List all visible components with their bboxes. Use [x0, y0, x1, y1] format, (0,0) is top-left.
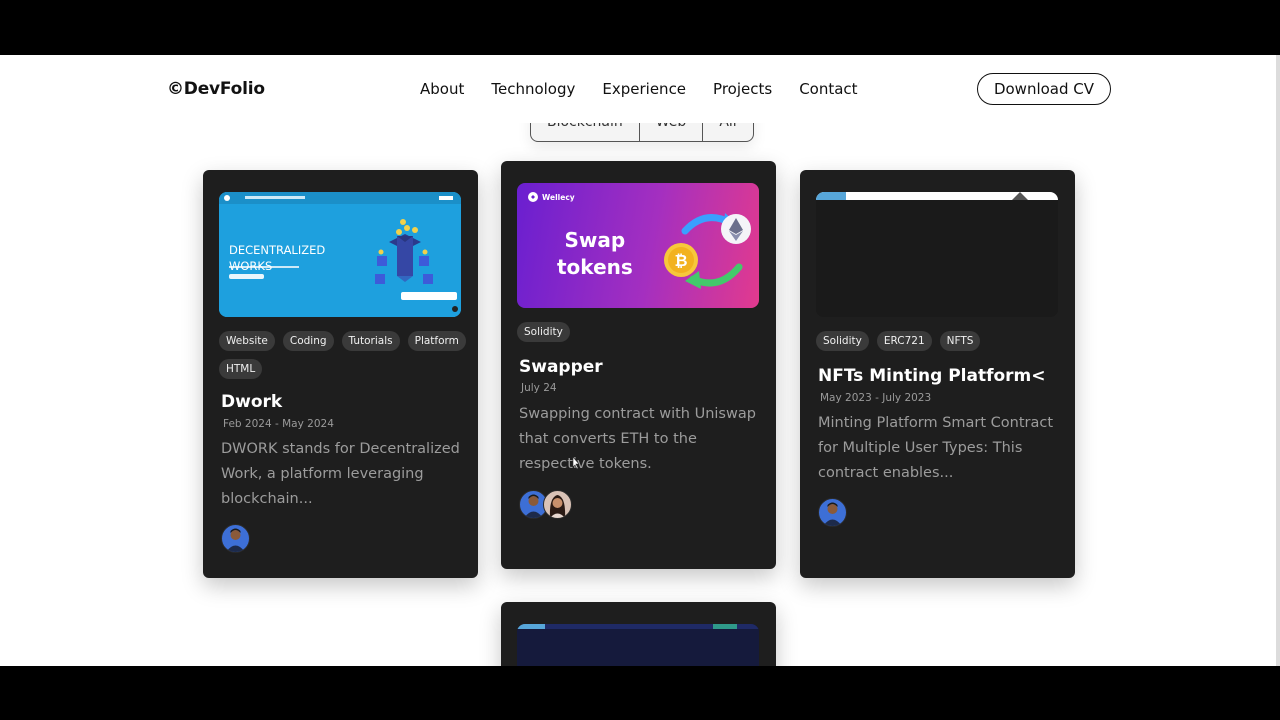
- tag-platform: Platform: [407, 331, 466, 351]
- nft-thumbnail-image: [816, 192, 1058, 317]
- nav-experience[interactable]: Experience: [602, 80, 686, 98]
- project-date: July 24: [521, 382, 557, 394]
- avatar[interactable]: [543, 490, 572, 519]
- nav-contact[interactable]: Contact: [799, 80, 857, 98]
- project-description: Minting Platform Smart Contract for Mult…: [818, 415, 1054, 481]
- swap-tokens-headline: Swap tokens: [557, 228, 633, 279]
- contributors: [221, 524, 250, 553]
- tag-coding: Coding: [282, 331, 334, 351]
- main-nav: About Technology Experience Projects Con…: [420, 80, 885, 98]
- tag-solidity: Solidity: [517, 322, 570, 342]
- download-cv-button[interactable]: Download CV: [977, 73, 1111, 105]
- contributors: [818, 498, 847, 527]
- project-date: Feb 2024 - May 2024: [223, 418, 334, 430]
- project-date: May 2023 - July 2023: [820, 392, 932, 404]
- tag-nfts: NFTS: [939, 331, 981, 351]
- tag-list: Solidity: [517, 322, 767, 342]
- wellecy-brand: Wellecy: [528, 192, 575, 202]
- portfolio-page: ©DevFolio About Technology Experience Pr…: [0, 55, 1276, 666]
- project-card-next[interactable]: [501, 602, 776, 666]
- dwork-hero-title: DECENTRALIZED WORKS: [229, 243, 326, 273]
- tag-erc721: ERC721: [876, 331, 932, 351]
- scrollbar[interactable]: [1276, 55, 1280, 666]
- project-description: Swapping contract with Uniswap that conv…: [519, 406, 756, 472]
- svg-text:₿: ₿: [674, 251, 687, 270]
- project-description: DWORK stands for Decentralized Work, a p…: [221, 441, 460, 507]
- project-thumbnail: [517, 624, 759, 666]
- project-card-dwork[interactable]: DECENTRALIZED WORKS Website Coding Tutor…: [203, 170, 478, 578]
- project-thumbnail: [816, 192, 1058, 317]
- letterbox-top: [0, 0, 1280, 55]
- nav-projects[interactable]: Projects: [713, 80, 772, 98]
- navbar: ©DevFolio About Technology Experience Pr…: [0, 55, 1276, 123]
- tag-list: Website Coding Tutorials Platform HTML: [219, 331, 469, 379]
- project-title[interactable]: NFTs Minting Platform<: [818, 366, 1046, 386]
- next-project-thumbnail-image: [517, 624, 759, 666]
- nav-technology[interactable]: Technology: [491, 80, 575, 98]
- avatar[interactable]: [221, 524, 250, 553]
- tag-list: Solidity ERC721 NFTS: [816, 331, 1066, 351]
- mouse-cursor-icon: [572, 457, 580, 469]
- site-logo[interactable]: ©DevFolio: [167, 79, 265, 99]
- project-thumbnail: DECENTRALIZED WORKS: [219, 192, 461, 317]
- project-card-swapper[interactable]: Wellecy Swap tokens ₿ Solidity Swapper J…: [501, 161, 776, 569]
- project-title[interactable]: Swapper: [519, 357, 603, 377]
- wellecy-logo-icon: [528, 192, 538, 202]
- contributors: [519, 490, 572, 519]
- tag-tutorials: Tutorials: [341, 331, 400, 351]
- avatar[interactable]: [818, 498, 847, 527]
- letterbox-bottom: [0, 666, 1280, 720]
- tag-solidity: Solidity: [816, 331, 869, 351]
- tag-html: HTML: [219, 359, 263, 379]
- project-thumbnail: Wellecy Swap tokens ₿: [517, 183, 759, 308]
- swap-arrows-illustration: ₿: [664, 213, 751, 289]
- project-title[interactable]: Dwork: [221, 392, 282, 412]
- nav-about[interactable]: About: [420, 80, 464, 98]
- project-card-nfts-minting[interactable]: Solidity ERC721 NFTS NFTs Minting Platfo…: [800, 170, 1075, 578]
- tag-website: Website: [219, 331, 275, 351]
